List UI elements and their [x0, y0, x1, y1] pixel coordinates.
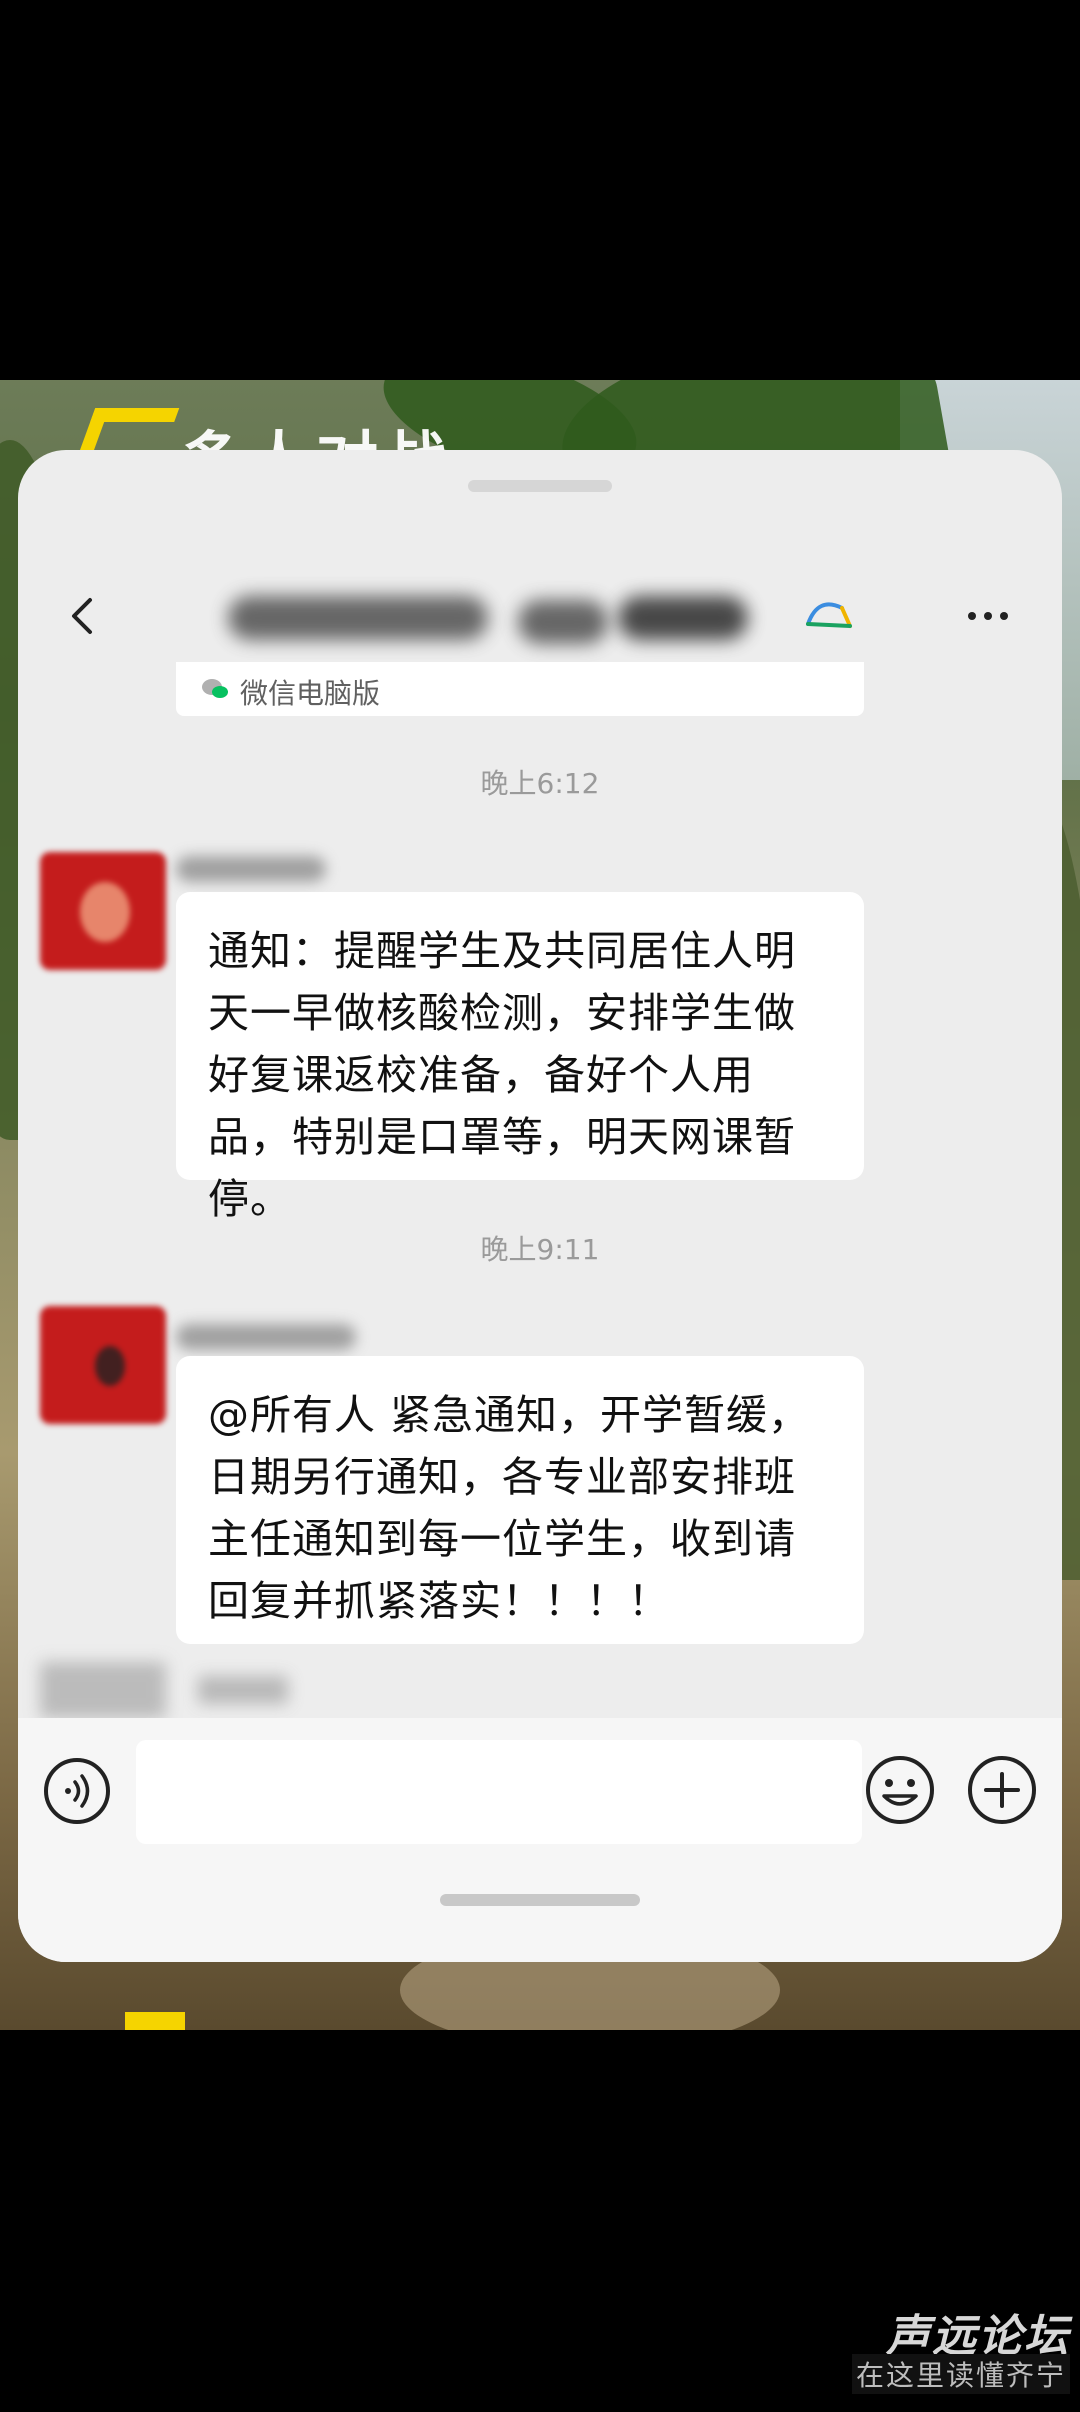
- wechat-logo-icon: [202, 679, 228, 698]
- message-bubble[interactable]: @所有人 紧急通知，开学暂缓，日期另行通知，各专业部安排班主任通知到每一位学生，…: [176, 1356, 864, 1644]
- more-options-icon[interactable]: [958, 586, 1018, 646]
- partial-message-row: [40, 1662, 340, 1722]
- group-chat-icon[interactable]: [798, 586, 858, 646]
- pc-wechat-source-bar: 微信电脑版: [176, 662, 864, 716]
- sender-avatar[interactable]: [40, 1306, 166, 1424]
- home-indicator[interactable]: [440, 1894, 640, 1906]
- message-timestamp: 晚上9:11: [480, 1233, 600, 1266]
- message-input[interactable]: [136, 1740, 862, 1844]
- chat-title-redacted: [218, 586, 758, 646]
- forum-watermark: 声远论坛 在这里读懂齐宁: [840, 2300, 1070, 2400]
- window-drag-handle[interactable]: [468, 480, 612, 492]
- wechat-floating-window: 微信电脑版 晚上6:12 通知：提醒学生及共同居住人明天一早做核酸检测，安排学生…: [18, 450, 1062, 1962]
- plus-icon[interactable]: [966, 1754, 1038, 1826]
- source-label: 微信电脑版: [240, 677, 381, 710]
- message-timestamp: 晚上6:12: [480, 767, 600, 800]
- voice-input-icon[interactable]: [42, 1756, 112, 1826]
- back-arrow-icon[interactable]: [54, 586, 114, 646]
- message-bubble[interactable]: 通知：提醒学生及共同居住人明天一早做核酸检测，安排学生做好复课返校准备，备好个人…: [176, 892, 864, 1223]
- input-bar: [18, 1718, 1062, 1962]
- sender-avatar[interactable]: [40, 852, 166, 970]
- emoji-icon[interactable]: [864, 1754, 936, 1826]
- game-ui-bar: [125, 2012, 185, 2030]
- watermark-slogan: 在这里读懂齐宁: [851, 2354, 1070, 2394]
